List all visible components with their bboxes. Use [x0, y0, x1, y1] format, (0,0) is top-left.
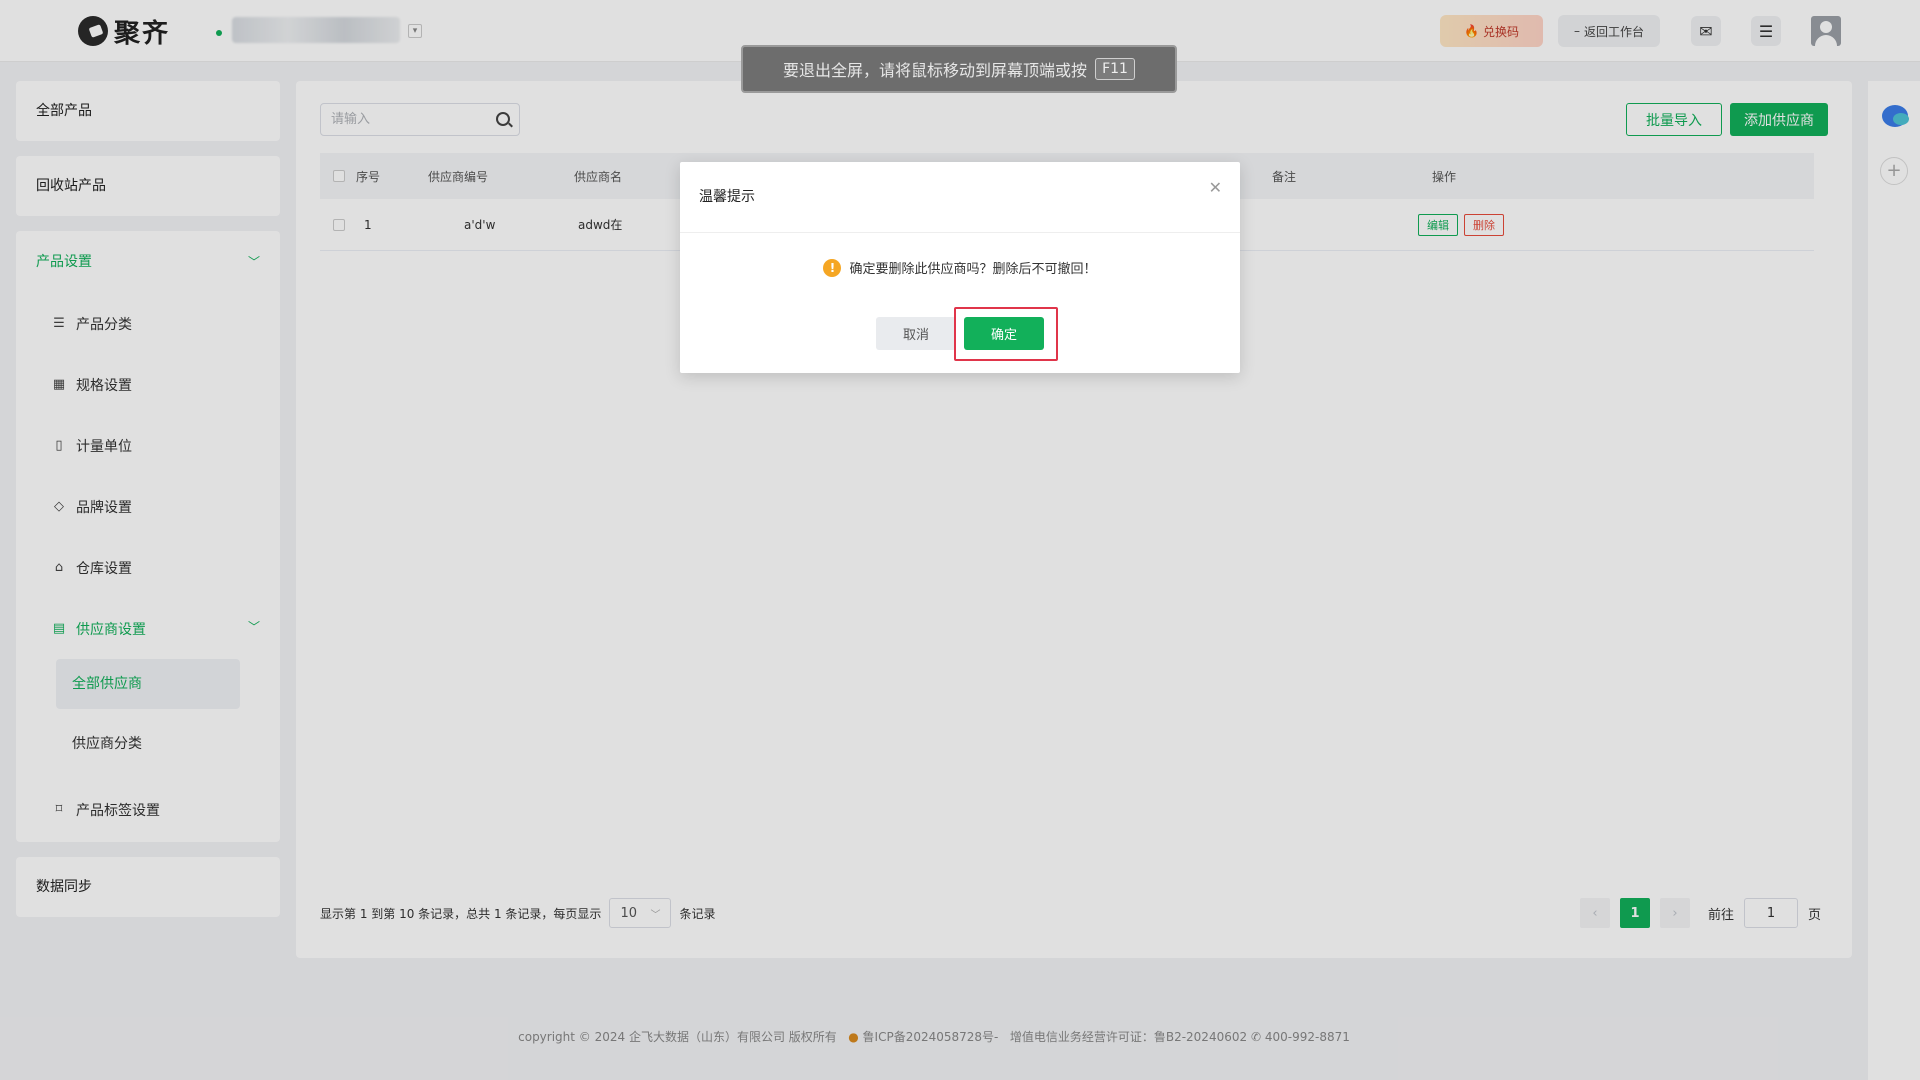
- fullscreen-exit-banner: 要退出全屏，请将鼠标移动到屏幕顶端或按 F11: [741, 45, 1177, 93]
- confirm-delete-dialog: 温馨提示 ✕ ! 确定要删除此供应商吗？删除后不可撤回！ 取消 确定: [680, 162, 1240, 373]
- dialog-message-text: 确定要删除此供应商吗？删除后不可撤回！: [849, 262, 1097, 277]
- cancel-button[interactable]: 取消: [876, 317, 956, 350]
- close-icon[interactable]: ✕: [1209, 178, 1222, 197]
- dialog-divider: [680, 232, 1240, 233]
- dialog-message: ! 确定要删除此供应商吗？删除后不可撤回！: [680, 258, 1240, 277]
- warning-icon: !: [823, 258, 842, 277]
- dialog-title: 温馨提示: [699, 189, 755, 205]
- confirm-highlight-box: [954, 307, 1058, 361]
- f11-key-badge: F11: [1095, 58, 1135, 80]
- fullscreen-banner-text: 要退出全屏，请将鼠标移动到屏幕顶端或按: [783, 61, 1088, 80]
